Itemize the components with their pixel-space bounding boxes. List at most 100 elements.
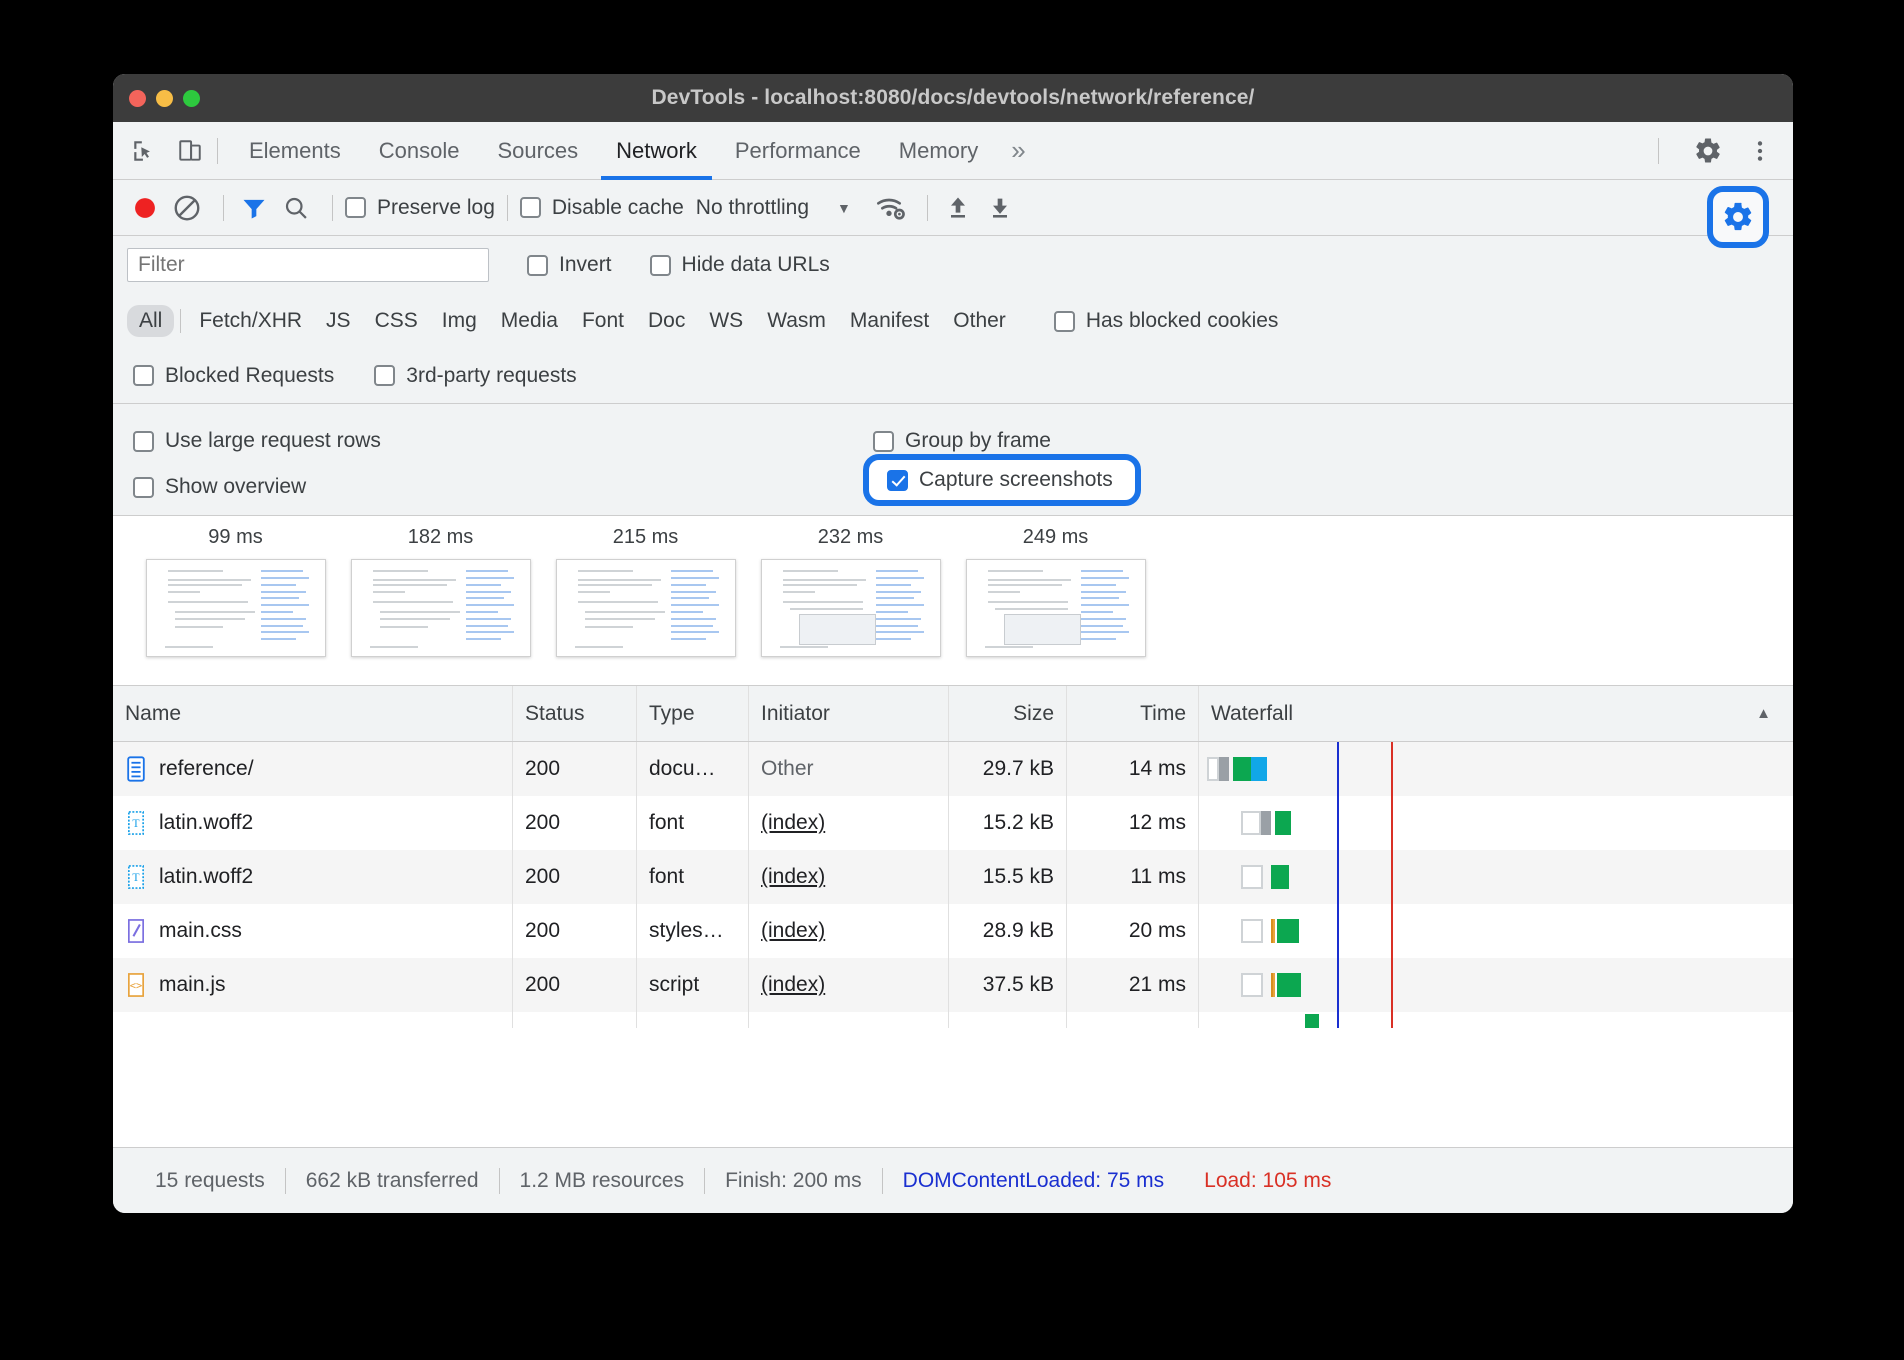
- type-filter-js[interactable]: JS: [314, 305, 363, 337]
- filmstrip-thumbnail[interactable]: [556, 559, 736, 657]
- device-toolbar-icon[interactable]: [175, 136, 205, 166]
- initiator-link[interactable]: (index): [761, 865, 825, 889]
- filmstrip-frame[interactable]: 182 ms: [338, 526, 543, 657]
- type-filter-wasm[interactable]: Wasm: [755, 305, 838, 337]
- show-overview-checkbox[interactable]: Show overview: [133, 475, 873, 499]
- filmstrip-frame[interactable]: 232 ms: [748, 526, 953, 657]
- filmstrip-frame[interactable]: 99 ms: [133, 526, 338, 657]
- column-header-name[interactable]: Name: [113, 686, 513, 741]
- waterfall-bars: [1199, 958, 1793, 1012]
- maximize-window-button[interactable]: [183, 90, 200, 107]
- type-filter-css[interactable]: CSS: [363, 305, 430, 337]
- chevron-down-icon[interactable]: ▼: [837, 200, 851, 216]
- table-row[interactable]: T latin.woff2 200 font (index) 15.5 kB 1…: [113, 850, 1793, 904]
- third-party-requests-box[interactable]: [374, 365, 395, 386]
- cell-waterfall: [1199, 904, 1793, 958]
- column-header-initiator[interactable]: Initiator: [749, 686, 949, 741]
- blocked-requests-box[interactable]: [133, 365, 154, 386]
- tab-sources[interactable]: Sources: [478, 122, 597, 180]
- type-filter-divider: [180, 309, 181, 333]
- filter-icon[interactable]: [236, 190, 272, 226]
- type-filter-media[interactable]: Media: [489, 305, 570, 337]
- filmstrip-thumbnail[interactable]: [761, 559, 941, 657]
- hide-data-urls-checkbox[interactable]: Hide data URLs: [650, 253, 830, 277]
- use-large-request-rows-checkbox[interactable]: Use large request rows: [133, 429, 873, 453]
- type-filter-doc[interactable]: Doc: [636, 305, 697, 337]
- tab-network[interactable]: Network: [597, 122, 716, 180]
- type-filter-other[interactable]: Other: [941, 305, 1018, 337]
- third-party-requests-checkbox[interactable]: 3rd-party requests: [374, 364, 576, 388]
- initiator-link[interactable]: (index): [761, 973, 825, 997]
- disable-cache-checkbox[interactable]: Disable cache: [520, 196, 684, 220]
- tab-console[interactable]: Console: [360, 122, 479, 180]
- table-row[interactable]: <> main.js 200 script (index) 37.5 kB 21…: [113, 958, 1793, 1012]
- column-header-type[interactable]: Type: [637, 686, 749, 741]
- filmstrip-thumbnail[interactable]: [966, 559, 1146, 657]
- network-settings-gear-highlight[interactable]: [1707, 186, 1769, 248]
- table-row[interactable]: reference/ 200 docu… Other 29.7 kB 14 ms: [113, 742, 1793, 796]
- blocked-requests-checkbox[interactable]: Blocked Requests: [133, 364, 334, 388]
- initiator-link[interactable]: (index): [761, 919, 825, 943]
- filmstrip-frame[interactable]: 249 ms: [953, 526, 1158, 657]
- waterfall-queue-segment: [1241, 973, 1263, 997]
- document-icon: [125, 756, 147, 782]
- capture-screenshots-highlight[interactable]: Capture screenshots: [863, 454, 1141, 506]
- sort-ascending-icon[interactable]: ▲: [1756, 705, 1771, 722]
- search-icon[interactable]: [278, 190, 314, 226]
- capture-screenshots-checkbox[interactable]: Capture screenshots: [887, 468, 1113, 492]
- throttling-select[interactable]: No throttling: [696, 196, 809, 220]
- table-row[interactable]: main.css 200 styles… (index) 28.9 kB 20 …: [113, 904, 1793, 958]
- waterfall-bars: [1199, 850, 1793, 904]
- column-header-size[interactable]: Size: [949, 686, 1067, 741]
- type-filter-ws[interactable]: WS: [697, 305, 755, 337]
- hide-data-urls-box[interactable]: [650, 255, 671, 276]
- table-row[interactable]: T latin.woff2 200 font (index) 15.2 kB 1…: [113, 796, 1793, 850]
- column-header-time[interactable]: Time: [1067, 686, 1199, 741]
- minimize-window-button[interactable]: [156, 90, 173, 107]
- preserve-log-checkbox[interactable]: Preserve log: [345, 196, 495, 220]
- invert-box[interactable]: [527, 255, 548, 276]
- request-name: main.js: [159, 973, 226, 997]
- disable-cache-box[interactable]: [520, 197, 541, 218]
- export-har-icon[interactable]: [982, 190, 1018, 226]
- column-header-waterfall[interactable]: Waterfall ▲: [1199, 686, 1793, 741]
- table-row-partial[interactable]: [113, 1012, 1793, 1028]
- cell-size: 29.7 kB: [949, 742, 1067, 796]
- capture-screenshots-box[interactable]: [887, 470, 908, 491]
- invert-checkbox[interactable]: Invert: [527, 253, 612, 277]
- tab-performance[interactable]: Performance: [716, 122, 880, 180]
- use-large-request-rows-box[interactable]: [133, 431, 154, 452]
- type-filter-font[interactable]: Font: [570, 305, 636, 337]
- initiator-link[interactable]: (index): [761, 811, 825, 835]
- filmstrip-thumbnail[interactable]: [146, 559, 326, 657]
- table-header-row: Name Status Type Initiator Size Time Wat…: [113, 686, 1793, 742]
- type-filter-fetch-xhr[interactable]: Fetch/XHR: [187, 305, 314, 337]
- filmstrip-thumbnail[interactable]: [351, 559, 531, 657]
- type-filter-manifest[interactable]: Manifest: [838, 305, 941, 337]
- type-filter-all[interactable]: All: [127, 305, 174, 337]
- more-options-icon[interactable]: [1745, 136, 1775, 166]
- filmstrip-frame[interactable]: 215 ms: [543, 526, 748, 657]
- screenshot-filmstrip: 99 ms: [113, 516, 1793, 686]
- record-button[interactable]: [127, 190, 163, 226]
- filter-bar: Invert Hide data URLs: [113, 236, 1793, 294]
- group-by-frame-box[interactable]: [873, 431, 894, 452]
- has-blocked-cookies-checkbox[interactable]: Has blocked cookies: [1054, 309, 1279, 333]
- clear-button[interactable]: [169, 190, 205, 226]
- window-controls[interactable]: [129, 90, 200, 107]
- import-har-icon[interactable]: [940, 190, 976, 226]
- close-window-button[interactable]: [129, 90, 146, 107]
- group-by-frame-checkbox[interactable]: Group by frame: [873, 429, 1051, 453]
- type-filter-img[interactable]: Img: [430, 305, 489, 337]
- has-blocked-cookies-box[interactable]: [1054, 311, 1075, 332]
- more-tabs-chevron-icon[interactable]: »: [997, 135, 1039, 166]
- filter-input[interactable]: [127, 248, 489, 282]
- network-conditions-icon[interactable]: [873, 190, 909, 226]
- show-overview-box[interactable]: [133, 477, 154, 498]
- settings-gear-icon[interactable]: [1693, 136, 1723, 166]
- preserve-log-box[interactable]: [345, 197, 366, 218]
- tab-elements[interactable]: Elements: [230, 122, 360, 180]
- inspect-element-icon[interactable]: [129, 136, 159, 166]
- column-header-status[interactable]: Status: [513, 686, 637, 741]
- tab-memory[interactable]: Memory: [880, 122, 997, 180]
